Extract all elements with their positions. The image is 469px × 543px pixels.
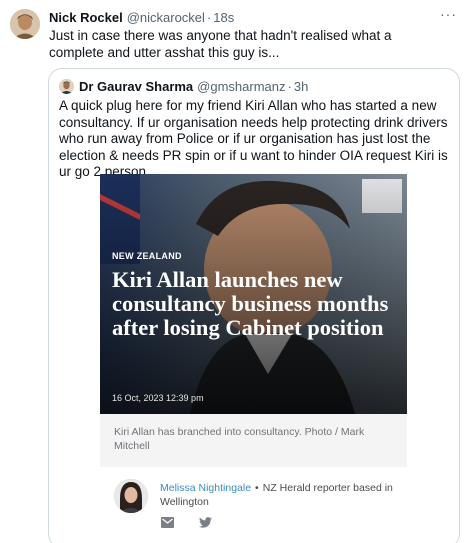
more-options-icon[interactable]: ··· — [440, 6, 457, 22]
quoted-tweet-timestamp[interactable]: 3h — [294, 79, 308, 94]
quoted-author-handle[interactable]: @gmsharmanz — [197, 79, 285, 94]
quoted-tweet-card[interactable]: Dr Gaurav Sharma @gmsharmanz · 3h A quic… — [48, 68, 460, 543]
header-separator: · — [206, 9, 212, 25]
reporter-avatar — [114, 479, 148, 513]
photo-caption-box: Kiri Allan has branched into consultancy… — [100, 414, 407, 467]
byline-bullet: • — [255, 482, 259, 494]
author-handle[interactable]: @nickarockel — [127, 10, 205, 25]
share-row — [160, 515, 236, 529]
tweet-text: Just in case there was anyone that hadn'… — [49, 28, 392, 60]
tweet-timestamp[interactable]: 18s — [213, 10, 234, 25]
quoted-header-separator: · — [287, 78, 292, 94]
quoted-tweet-text: A quick plug here for my friend Kiri All… — [59, 98, 448, 179]
tweet-header: Nick Rockel @nickarockel · 18s ··· — [49, 6, 457, 26]
article-image[interactable]: NEW ZEALAND Kiri Allan launches new cons… — [100, 174, 407, 414]
twitter-icon[interactable] — [198, 515, 212, 529]
mail-icon[interactable] — [160, 515, 174, 529]
quoted-author-avatar[interactable] — [59, 78, 74, 94]
article-kicker: NEW ZEALAND — [112, 251, 182, 261]
article-headline: Kiri Allan launches new consultancy busi… — [112, 267, 389, 340]
author-avatar[interactable] — [10, 9, 40, 39]
photo-caption: Kiri Allan has branched into consultancy… — [114, 426, 365, 452]
author-display-name[interactable]: Nick Rockel — [49, 10, 123, 25]
quoted-tweet-header: Dr Gaurav Sharma @gmsharmanz · 3h — [59, 78, 308, 94]
reporter-name-link[interactable]: Melissa Nightingale — [160, 482, 251, 494]
quoted-author-display-name[interactable]: Dr Gaurav Sharma — [79, 79, 193, 94]
reporter-byline: Melissa Nightingale • NZ Herald reporter b… — [160, 481, 400, 509]
article-date: 16 Oct, 2023 12:39 pm — [112, 393, 204, 403]
